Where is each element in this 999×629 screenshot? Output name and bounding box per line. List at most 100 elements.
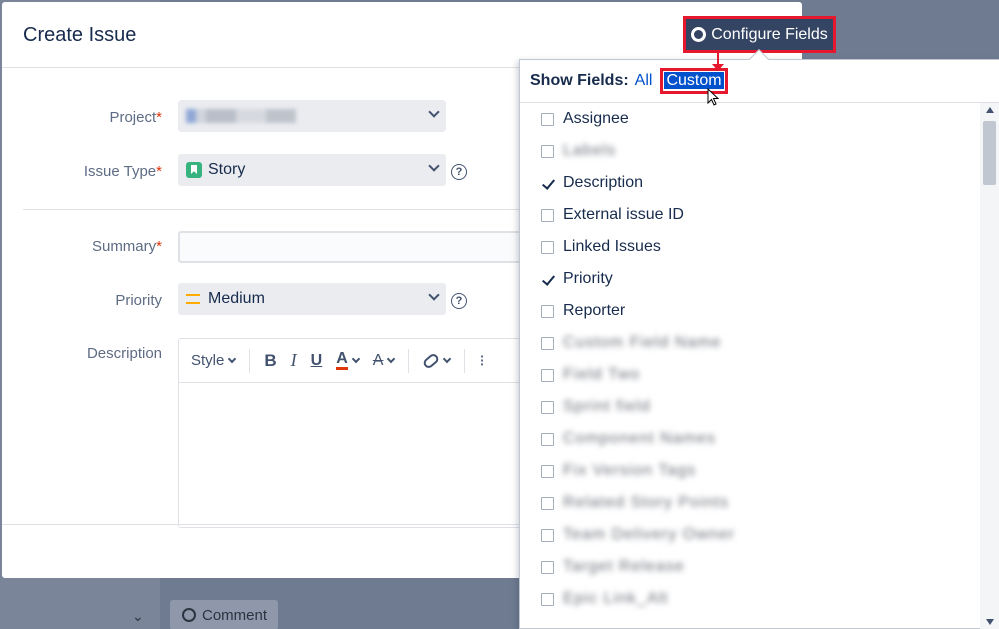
scrollbar[interactable] bbox=[980, 103, 999, 629]
field-option[interactable]: Labels bbox=[520, 135, 980, 167]
help-icon[interactable]: ? bbox=[451, 293, 467, 309]
mouse-cursor-icon bbox=[707, 88, 719, 106]
scrollbar-thumb[interactable] bbox=[983, 121, 996, 185]
annotation-arrow-head bbox=[712, 64, 724, 71]
field-checkbox[interactable] bbox=[541, 560, 554, 574]
comment-icon bbox=[182, 608, 196, 622]
field-option-label: External issue ID bbox=[563, 206, 684, 223]
field-option-label: Component Names bbox=[563, 430, 716, 447]
field-option[interactable]: External issue ID bbox=[520, 199, 980, 231]
gear-icon bbox=[691, 27, 707, 42]
dialog-title: Create Issue bbox=[23, 24, 137, 46]
field-checkbox[interactable] bbox=[541, 432, 554, 446]
field-option-label: Fix Version Tags bbox=[563, 462, 697, 479]
comment-label: Comment bbox=[202, 606, 268, 624]
priority-label: Priority bbox=[115, 292, 162, 309]
field-checkbox[interactable] bbox=[541, 336, 554, 350]
field-option[interactable]: Custom Field Name bbox=[520, 327, 980, 359]
medium-priority-icon bbox=[186, 294, 200, 304]
underline-button[interactable]: U bbox=[311, 347, 323, 375]
field-checkbox[interactable] bbox=[541, 112, 554, 126]
field-option-label: Labels bbox=[563, 142, 617, 159]
field-list: Assignee Labels Description External issue … bbox=[520, 103, 980, 629]
text-color-button[interactable]: A bbox=[336, 347, 361, 375]
chevron-down-icon bbox=[428, 106, 440, 118]
show-fields-label: Show Fields: bbox=[530, 72, 629, 89]
field-option-label: Reporter bbox=[563, 302, 626, 319]
bold-button[interactable]: B bbox=[264, 347, 276, 375]
project-label: Project* bbox=[109, 109, 162, 126]
editor-toolbar: Style B I U A A ⁝ bbox=[179, 339, 557, 383]
italic-button[interactable]: I bbox=[291, 347, 297, 375]
description-label: Description bbox=[86, 345, 162, 362]
field-checkbox[interactable] bbox=[541, 272, 554, 286]
field-option[interactable]: Fix Version Tags bbox=[520, 455, 980, 487]
field-option[interactable]: Field Two bbox=[520, 359, 980, 391]
configure-fields-highlight: Configure Fields bbox=[683, 16, 836, 53]
field-checkbox[interactable] bbox=[541, 592, 554, 606]
field-checkbox[interactable] bbox=[541, 368, 554, 382]
chevron-down-icon bbox=[387, 354, 396, 364]
bullet-list-button[interactable]: ⁝ bbox=[479, 347, 484, 375]
clear-format-button[interactable]: A bbox=[373, 347, 396, 375]
field-checkbox[interactable] bbox=[541, 496, 554, 510]
field-option[interactable]: Component Names bbox=[520, 423, 980, 455]
chevron-down-icon bbox=[228, 354, 237, 364]
priority-select[interactable]: Medium bbox=[178, 283, 446, 315]
field-option-label: Custom Field Name bbox=[563, 334, 722, 351]
story-icon bbox=[186, 162, 202, 178]
comment-button[interactable]: Comment bbox=[170, 600, 278, 629]
chevron-down-icon bbox=[443, 354, 452, 364]
field-option[interactable]: Priority bbox=[520, 263, 980, 295]
field-option-label: Team Delivery Owner bbox=[563, 526, 735, 543]
scroll-down-icon[interactable] bbox=[986, 619, 994, 625]
field-option[interactable]: Related Story Points bbox=[520, 487, 980, 519]
project-value-redacted bbox=[186, 109, 296, 123]
field-option[interactable]: Epic Link_Alt bbox=[520, 583, 980, 615]
summary-label: Summary* bbox=[91, 238, 162, 255]
field-option[interactable]: Assignee bbox=[520, 103, 980, 135]
field-option[interactable]: Target Release bbox=[520, 551, 980, 583]
field-checkbox[interactable] bbox=[541, 208, 554, 222]
field-checkbox[interactable] bbox=[541, 176, 554, 190]
field-option[interactable]: Sprint field bbox=[520, 391, 980, 423]
description-editor[interactable]: Style B I U A A ⁝ bbox=[178, 338, 558, 528]
field-option-label: Related Story Points bbox=[563, 494, 729, 511]
issue-type-value: Story bbox=[208, 161, 246, 178]
divider bbox=[23, 209, 523, 210]
link-button[interactable] bbox=[422, 347, 452, 375]
field-checkbox[interactable] bbox=[541, 400, 554, 414]
chevron-down-icon bbox=[428, 160, 440, 172]
field-checkbox[interactable] bbox=[541, 304, 554, 318]
show-all-link[interactable]: All bbox=[635, 72, 653, 90]
field-option[interactable]: Description bbox=[520, 167, 980, 199]
priority-value: Medium bbox=[208, 290, 265, 307]
field-checkbox[interactable] bbox=[541, 464, 554, 478]
scroll-up-icon[interactable] bbox=[986, 107, 994, 113]
help-icon[interactable]: ? bbox=[451, 164, 467, 180]
field-checkbox[interactable] bbox=[541, 144, 554, 158]
style-dropdown[interactable]: Style bbox=[191, 347, 237, 375]
field-option-label: Epic Link_Alt bbox=[563, 590, 669, 607]
summary-input[interactable] bbox=[178, 231, 538, 263]
field-option-label: Field Two bbox=[563, 366, 641, 383]
field-option-label: Priority bbox=[563, 270, 613, 287]
toolbar-separator bbox=[464, 348, 466, 373]
field-option-label: Linked Issues bbox=[563, 238, 661, 255]
toolbar-separator bbox=[249, 348, 251, 373]
field-option-label: Sprint field bbox=[563, 398, 651, 415]
field-option[interactable]: Reporter bbox=[520, 295, 980, 327]
field-option-label: Target Release bbox=[563, 558, 685, 575]
configure-fields-button[interactable]: Configure Fields bbox=[686, 19, 833, 50]
field-option-label: Assignee bbox=[563, 110, 629, 127]
field-checkbox[interactable] bbox=[541, 528, 554, 542]
project-select[interactable] bbox=[178, 100, 446, 132]
issue-type-label: Issue Type* bbox=[83, 163, 162, 180]
show-custom-link[interactable]: Custom bbox=[664, 72, 724, 89]
field-option[interactable]: Linked Issues bbox=[520, 231, 980, 263]
field-option[interactable]: Team Delivery Owner bbox=[520, 519, 980, 551]
issue-type-select[interactable]: Story bbox=[178, 154, 446, 186]
field-option-label: Description bbox=[563, 174, 644, 191]
link-icon bbox=[422, 351, 441, 370]
field-checkbox[interactable] bbox=[541, 240, 554, 254]
